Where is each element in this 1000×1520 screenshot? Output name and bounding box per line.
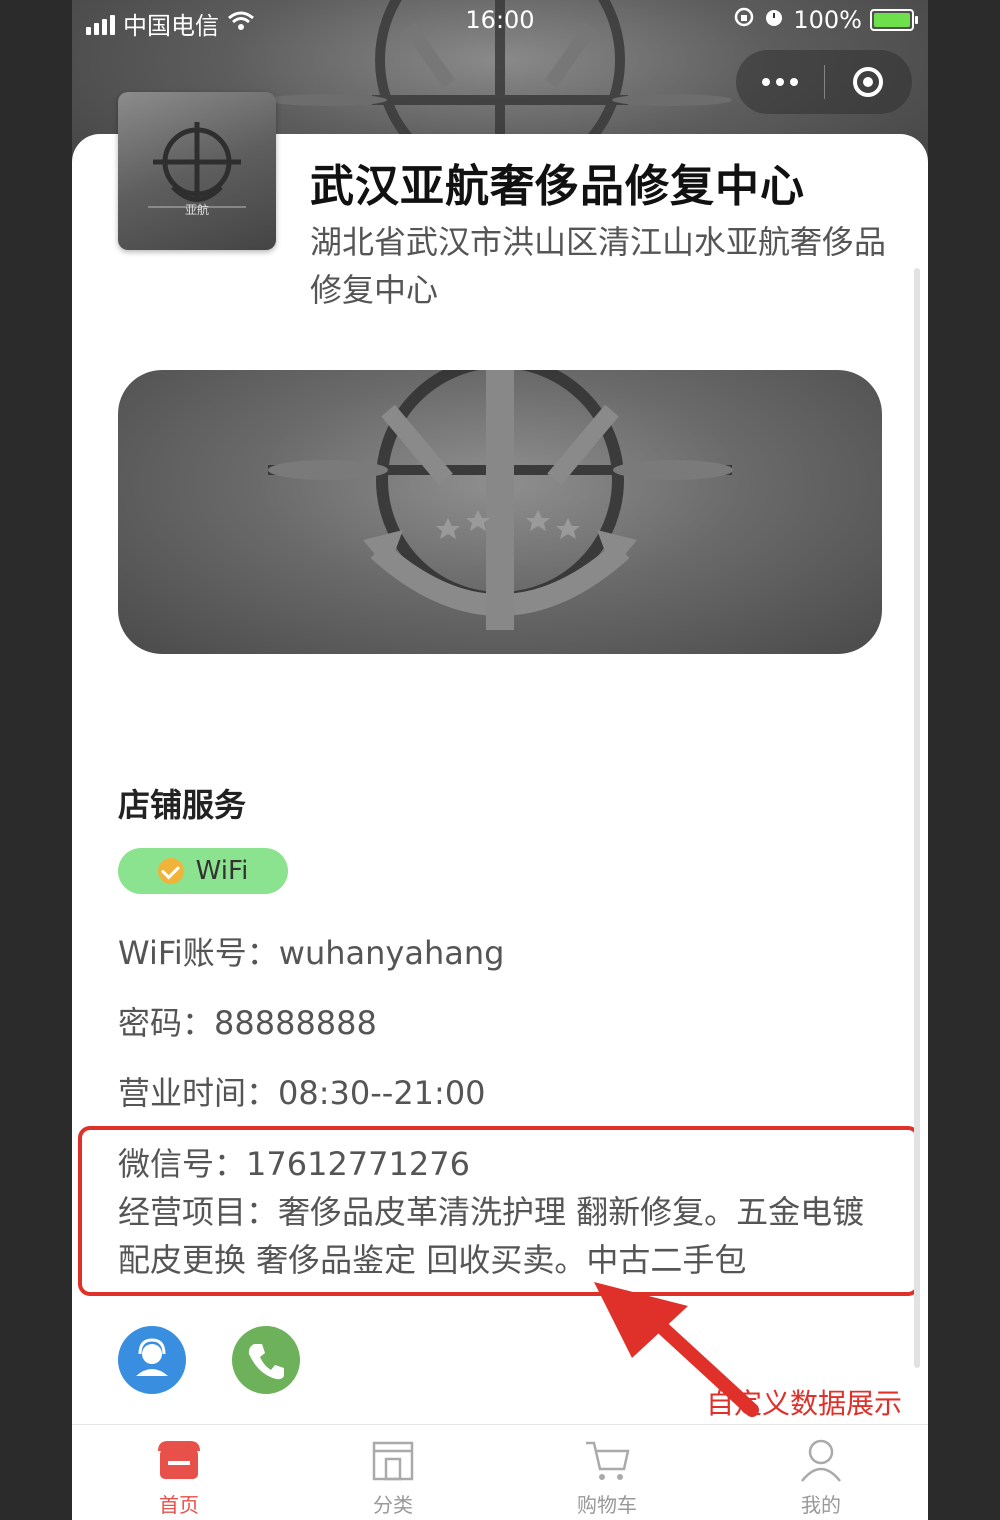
scrollbar[interactable]: [914, 268, 920, 1368]
miniprogram-capsule: [736, 50, 912, 114]
alarm-icon: [763, 6, 785, 34]
customer-service-icon: [136, 1338, 168, 1376]
call-button[interactable]: [232, 1326, 300, 1394]
check-icon: [157, 858, 184, 884]
annotation-label: 自定义数据展示: [706, 1387, 903, 1420]
tab-cart[interactable]: 购物车: [500, 1425, 714, 1520]
tab-category[interactable]: 分类: [286, 1425, 500, 1520]
wifi-service-tag: WiFi: [118, 848, 288, 894]
business-scope: 经营项目：奢侈品皮革清洗护理 翻新修复。五金电镀 配皮更换 奢侈品鉴定 回收买卖…: [118, 1193, 865, 1279]
tab-cart-label: 购物车: [577, 1493, 637, 1517]
shop-address: 湖北省武汉市洪山区清江山水亚航奢侈品修复中心: [310, 223, 887, 309]
more-menu-icon[interactable]: [736, 78, 824, 86]
cart-icon: [586, 1441, 630, 1480]
tab-category-label: 分类: [373, 1493, 413, 1517]
custom-data-text: 微信号：17612771276 经营项目：奢侈品皮革清洗护理 翻新修复。五金电镀…: [118, 1140, 878, 1284]
tab-home[interactable]: 首页: [72, 1425, 286, 1520]
orientation-lock-icon: [733, 6, 755, 34]
battery-percent: 100%: [793, 6, 862, 34]
wechat-id: 微信号：17612771276: [118, 1145, 470, 1183]
shop-logo: 亚航: [118, 92, 276, 250]
home-shop-icon: [158, 1441, 200, 1479]
shop-name: 武汉亚航奢侈品修复中心: [310, 161, 805, 212]
wifi-tag-label: WiFi: [195, 856, 249, 886]
store-icon: [372, 1441, 414, 1481]
tab-mine[interactable]: 我的: [714, 1425, 928, 1520]
business-hours: 营业时间：08:30--21:00: [118, 1074, 486, 1112]
status-bar: 中国电信 16:00 100%: [72, 0, 928, 44]
close-miniprogram-icon[interactable]: [825, 67, 913, 97]
user-icon: [801, 1439, 841, 1482]
tab-mine-label: 我的: [801, 1493, 841, 1517]
phone-screen: 中国电信 16:00 100% 亚航 武汉亚航奢侈品修复中心 湖北省武汉市洪山区…: [72, 0, 928, 1520]
phone-icon: [248, 1344, 284, 1380]
battery-icon: [870, 9, 918, 31]
section-title-store-services: 店铺服务: [118, 786, 247, 824]
customer-service-button[interactable]: [118, 1326, 186, 1394]
logo-text: 亚航: [185, 202, 209, 217]
shop-banner-image: [118, 370, 882, 654]
bottom-tab-bar: 首页 分类 购物车 我的: [72, 1424, 928, 1520]
wifi-password: 密码：88888888: [118, 1004, 377, 1042]
tab-home-label: 首页: [159, 1493, 199, 1517]
wifi-account: WiFi账号：wuhanyahang: [118, 934, 505, 972]
